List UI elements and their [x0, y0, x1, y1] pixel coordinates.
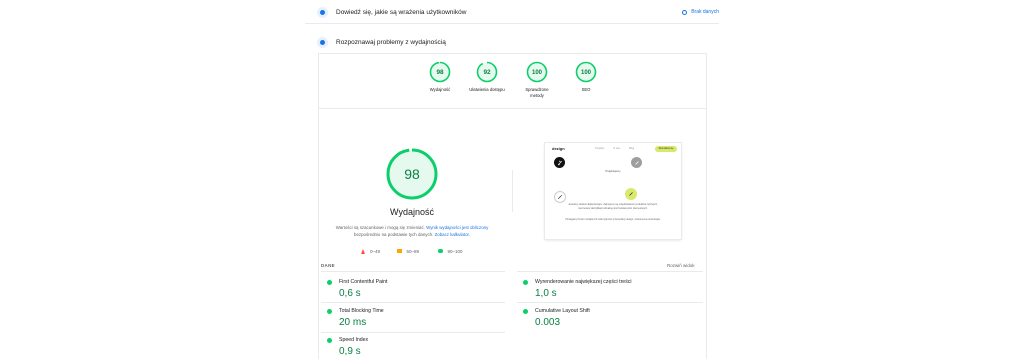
- link-icon: [554, 157, 565, 168]
- legend-pass: 90–100: [438, 247, 463, 255]
- metric-cls: Cumulative Layout Shift 0.003: [523, 308, 698, 328]
- section-divider: [305, 23, 719, 24]
- screenshot-paragraph: Pomagamy firmom rozwijać ich marki poprz…: [565, 219, 661, 221]
- calculator-link[interactable]: Zobacz kalkulator.: [435, 232, 470, 237]
- vertical-divider: [512, 170, 513, 212]
- field-data-section-header[interactable]: Dowiedź się, jakie są wrażenia użytkowni…: [305, 2, 719, 22]
- screenshot-nav-item: Blog: [629, 147, 635, 150]
- performance-score: 98: [404, 166, 420, 182]
- score-calc-link[interactable]: Wynik wydajności jest obliczony: [426, 225, 488, 230]
- pass-circle-icon: [327, 279, 332, 285]
- no-data-link[interactable]: Brak danych: [682, 9, 719, 15]
- page-screenshot[interactable]: dezign Projekty O nas Blog Skontaktuj si…: [545, 143, 681, 239]
- pass-circle-icon: [523, 308, 528, 314]
- performance-description: Wartości są szacunkowe i mogą się zmieni…: [332, 224, 492, 238]
- gauge-best-practices[interactable]: 100 Sprawdzone metody: [517, 61, 557, 99]
- no-data-label: Brak danych: [691, 9, 719, 15]
- metrics-heading: DANE: [321, 263, 335, 268]
- triangle-icon: [361, 248, 365, 254]
- gauge-ring: 100: [575, 61, 597, 83]
- pass-circle-icon: [523, 279, 528, 285]
- gauge-value: 100: [581, 70, 592, 76]
- pen-icon: [625, 188, 637, 200]
- screenshot-caption: Projektujemy: [605, 170, 621, 173]
- metric-value: 0,6 s: [339, 288, 361, 299]
- gauge-label: Sprawdzone metody: [525, 87, 549, 98]
- gauge-label: Wydajność: [429, 87, 451, 92]
- square-icon: [397, 248, 402, 254]
- field-data-title: Dowiedź się, jakie są wrażenia użytkowni…: [336, 8, 467, 16]
- metric-lcp: Wyrenderowanie największej części treści…: [523, 279, 698, 299]
- info-icon: [682, 9, 688, 15]
- metric-value: 0,9 s: [339, 346, 361, 357]
- pass-circle-icon: [327, 308, 332, 314]
- screenshot-nav-item: O nas: [613, 147, 620, 150]
- performance-gauge: 98: [386, 148, 438, 200]
- screenshot-cta: Skontaktuj się: [655, 146, 677, 152]
- metric-divider: [517, 302, 703, 303]
- circle-icon: [438, 248, 443, 254]
- metric-divider: [321, 302, 505, 303]
- metric-value: 20 ms: [339, 317, 367, 328]
- gauge-value: 98: [436, 69, 444, 76]
- gauge-ring: 98: [429, 61, 451, 83]
- gauge-label: SEO: [581, 87, 591, 92]
- gauge-ring: 92: [476, 61, 498, 83]
- screenshot-nav-item: Projekty: [595, 147, 605, 150]
- diagnose-section-header: Rozpoznawaj problemy z wydajnością: [305, 32, 719, 52]
- legend-average-label: 50–89: [406, 248, 420, 254]
- gauge-performance[interactable]: 98 Wydajność: [420, 61, 460, 93]
- gauge-value: 92: [483, 69, 491, 76]
- metric-name: Wyrenderowanie największej części treści: [535, 279, 632, 285]
- metric-tbt: Total Blocking Time 20 ms: [327, 308, 502, 328]
- metric-divider: [517, 271, 703, 272]
- metric-fcp: First Contentful Paint 0,6 s: [327, 279, 502, 299]
- legend-fail-label: 0–49: [370, 248, 381, 254]
- metric-value: 0.003: [535, 317, 561, 328]
- diagnose-title: Rozpoznawaj problemy z wydajnością: [336, 38, 446, 46]
- field-data-icon: [317, 6, 328, 18]
- metric-divider: [321, 332, 505, 333]
- metric-name: Total Blocking Time: [339, 308, 384, 314]
- link-icon: [554, 191, 566, 203]
- pass-circle-icon: [327, 337, 332, 343]
- gauge-ring: 100: [526, 61, 548, 83]
- metric-speed-index: Speed Index 0,9 s: [327, 337, 502, 357]
- gauge-accessibility[interactable]: 92 Ułatwienia dostępu: [467, 61, 507, 93]
- gauge-seo[interactable]: 100 SEO: [566, 61, 606, 93]
- gauge-label: Ułatwienia dostępu: [469, 87, 505, 92]
- expand-view-toggle[interactable]: Rozwiń widok: [667, 263, 695, 268]
- performance-title: Wydajność: [390, 207, 434, 217]
- metric-name: Cumulative Layout Shift: [535, 308, 590, 314]
- screenshot-logo: dezign: [552, 146, 565, 151]
- metric-value: 1,0 s: [535, 288, 557, 299]
- metric-name: Speed Index: [339, 337, 369, 343]
- brush-icon: [631, 157, 642, 168]
- gauge-value: 100: [532, 70, 543, 76]
- screenshot-nav: dezign Projekty O nas Blog Skontaktuj si…: [545, 143, 681, 155]
- lab-data-icon: [317, 36, 328, 48]
- desc-text: bezpośrednio na podstawie tych danych.: [354, 232, 435, 237]
- legend-average: 50–89: [397, 247, 419, 255]
- screenshot-paragraph: Jesteśmy studiem digital designu. Zajmuj…: [568, 204, 658, 210]
- gauges-divider: [319, 108, 706, 109]
- metric-divider: [321, 271, 505, 272]
- metric-name: First Contentful Paint: [339, 279, 388, 285]
- legend-pass-label: 90–100: [447, 248, 463, 254]
- score-gauges: 98 Wydajność 92 Ułatwienia dostępu 100 S…: [420, 61, 600, 107]
- legend-fail: 0–49: [361, 247, 380, 255]
- desc-text: Wartości są szacunkowe i mogą się zmieni…: [335, 225, 427, 230]
